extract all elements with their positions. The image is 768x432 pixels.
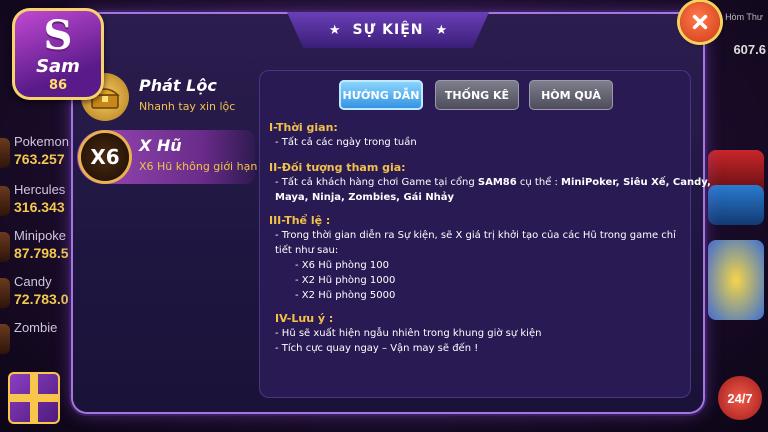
section-heading: III-Thể lệ :	[269, 214, 331, 227]
event-title: Phát Lộc	[139, 76, 217, 95]
guide-line: - Tất cả các ngày trong tuần	[275, 137, 417, 148]
section-heading: II-Đối tượng tham gia:	[269, 161, 406, 174]
section-heading: I-Thời gian:	[269, 121, 338, 134]
close-button[interactable]	[680, 2, 720, 42]
jackpot-name: Candy	[14, 274, 52, 289]
x6-badge-icon: X6	[81, 133, 129, 181]
content-panel: HƯỚNG DẪN THỐNG KÊ HÒM QUÀ I-Thời gian: …	[259, 70, 711, 398]
game-card[interactable]	[708, 240, 764, 320]
jackpot-value: 72.783.0	[14, 291, 69, 307]
star-icon: ★	[435, 22, 448, 38]
inbox-button[interactable]: Hòm Thư	[724, 12, 764, 22]
tab-thong-ke[interactable]: THỐNG KÊ	[435, 80, 519, 110]
close-icon	[692, 14, 708, 30]
logo-name: Sam	[36, 56, 80, 77]
event-modal: ★ SỰ KIỆN ★ Phát Lộc Nhanh tay xin lộc X…	[73, 12, 711, 412]
guide-text: Hũ sẽ xuất hiện ngẫu nhiên trong khung g…	[281, 328, 542, 339]
tab-label: HÒM QUÀ	[541, 88, 601, 102]
rule-item: X6 Hũ phòng 100	[301, 260, 389, 271]
tab-label: HƯỚNG DẪN	[342, 88, 420, 102]
game-card[interactable]	[708, 185, 764, 225]
logo-letter: S	[43, 12, 73, 59]
support-button[interactable]: 24/7	[718, 376, 762, 420]
rule-item: X2 Hũ phòng 1000	[301, 275, 396, 286]
event-item-x-hu[interactable]: X6 X Hũ X6 Hũ không giới hạn	[77, 130, 258, 184]
guide-text: Trong thời gian diễn ra Sự kiện, sẽ X gi…	[281, 230, 676, 241]
jackpot-name: Zombie	[14, 320, 58, 335]
guide-text: Tất cả các ngày trong tuần	[281, 137, 417, 148]
jackpot-value: 87.798.5	[14, 245, 69, 261]
guide-content: I-Thời gian: - Tất cả các ngày trong tuầ…	[269, 120, 711, 356]
jackpot-name: Pokemon	[14, 134, 69, 149]
tab-huong-dan[interactable]: HƯỚNG DẪN	[339, 80, 423, 110]
game-thumbnail-icon	[0, 186, 10, 216]
guide-line: - X2 Hũ phòng 1000	[295, 275, 396, 286]
jackpot-row[interactable]: Pokemon 763.257	[0, 134, 78, 182]
guide-line: - X6 Hũ phòng 100	[295, 260, 389, 271]
portal-name: SAM86	[477, 177, 517, 188]
guide-text: Tất cả khách hàng chơi Game tại cổng	[281, 177, 478, 188]
guide-text: Tích cực quay ngay – Vận may sẽ đến !	[281, 343, 479, 354]
jackpot-value: 763.257	[14, 151, 65, 167]
guide-line: - Tích cực quay ngay – Vận may sẽ đến !	[275, 343, 479, 354]
guide-text: tiết như sau:	[275, 245, 339, 256]
jackpot-name: Minipoke	[14, 228, 67, 243]
game-list: MiniPoker, Siêu Xế, Candy,	[561, 177, 711, 188]
guide-line: - Tất cả khách hàng chơi Game tại cổng S…	[275, 177, 711, 188]
game-thumbnail-icon	[0, 138, 10, 168]
support-label: 24/7	[727, 390, 753, 406]
right-sidebar: Hòm Thư 607.6 24/7	[698, 0, 768, 432]
game-thumbnail-icon	[0, 232, 10, 262]
event-subtitle: Nhanh tay xin lộc	[139, 100, 236, 113]
jackpot-row[interactable]: Minipoke 87.798.5	[0, 228, 78, 276]
star-icon: ★	[328, 22, 341, 38]
game-list: Maya, Ninja, Zombies, Gái Nhảy	[275, 192, 455, 203]
rule-item: X2 Hũ phòng 5000	[301, 290, 396, 301]
event-subtitle: X6 Hũ không giới hạn	[139, 160, 258, 173]
jackpot-name: Hercules	[14, 182, 66, 197]
modal-title: SỰ KIỆN	[352, 22, 424, 38]
guide-text: cụ thể :	[516, 177, 562, 188]
tab-label: THỐNG KÊ	[444, 88, 510, 102]
guide-line: - X2 Hũ phòng 5000	[295, 290, 396, 301]
jackpot-row[interactable]: Zombie	[0, 320, 78, 368]
event-title: X Hũ	[139, 136, 182, 155]
app-logo: S Sam 86	[12, 8, 104, 100]
gift-box-icon[interactable]	[8, 372, 60, 424]
section-heading: IV-Lưu ý :	[275, 312, 334, 325]
balance-value: 607.6	[733, 42, 766, 57]
guide-line: - Trong thời gian diễn ra Sự kiện, sẽ X …	[275, 230, 676, 241]
jackpot-value: 316.343	[14, 199, 65, 215]
jackpot-row[interactable]: Hercules 316.343	[0, 182, 78, 230]
modal-titlebar: ★ SỰ KIỆN ★	[287, 12, 489, 48]
jackpot-list: Pokemon 763.257 Hercules 316.343 Minipok…	[0, 100, 78, 360]
game-thumbnail-icon	[0, 278, 10, 308]
logo-number: 86	[48, 78, 68, 93]
game-thumbnail-icon	[0, 324, 10, 354]
guide-line: - Hũ sẽ xuất hiện ngẫu nhiên trong khung…	[275, 328, 542, 339]
inbox-label: Hòm Thư	[725, 12, 763, 22]
jackpot-row[interactable]: Candy 72.783.0	[0, 274, 78, 322]
tab-hom-qua[interactable]: HÒM QUÀ	[529, 80, 613, 110]
